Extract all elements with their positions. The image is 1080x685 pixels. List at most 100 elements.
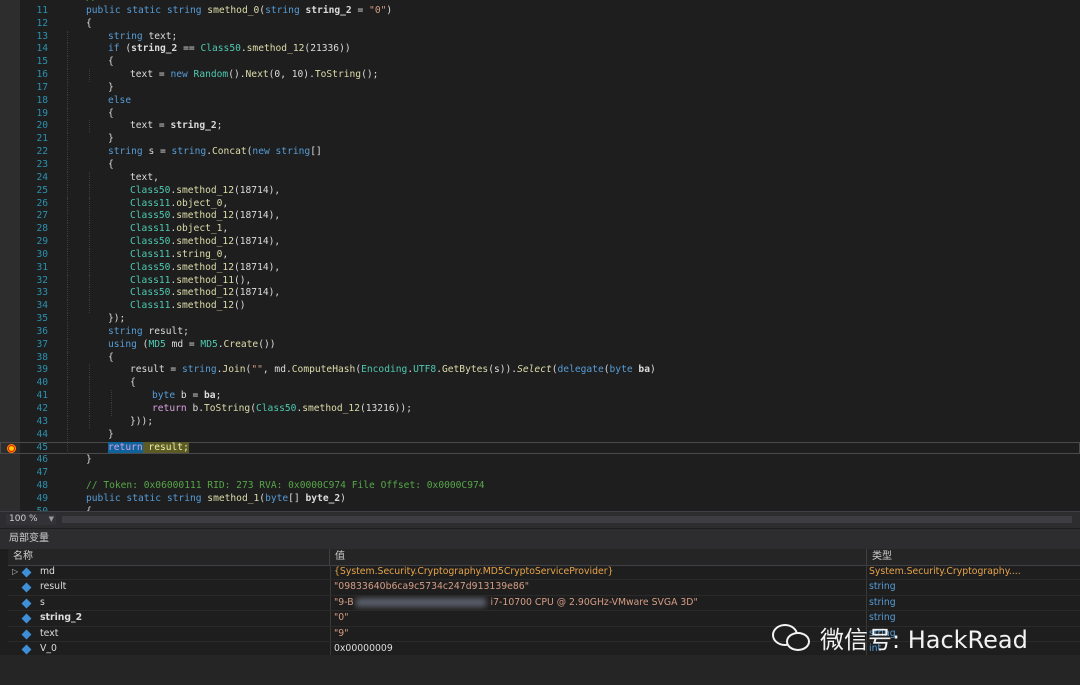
code-line[interactable]: 49 public static string smethod_1(byte[] … <box>0 493 1080 506</box>
code-token: })); <box>130 415 154 427</box>
variable-value-cell[interactable]: "9-B i7-10700 CPU @ 2.90GHz-VMware SVGA … <box>330 595 867 611</box>
code-line[interactable]: 40 { <box>0 377 1080 391</box>
code-line[interactable]: 20 text = string_2; <box>0 120 1080 134</box>
line-number: 27 <box>36 210 48 222</box>
code-line[interactable]: 25 Class50.smethod_12(18714), <box>0 184 1080 198</box>
code-token: result = <box>130 364 182 376</box>
breakpoint-current-icon[interactable] <box>7 443 16 453</box>
variable-name: s <box>40 596 45 608</box>
local-variable-icon <box>21 644 32 655</box>
code-token: { <box>108 56 114 68</box>
code-line[interactable]: 22 string s = string.Concat(new string[] <box>0 146 1080 159</box>
column-header-name[interactable]: 名称 <box>8 549 330 565</box>
code-line[interactable]: 31 Class50.smethod_12(18714), <box>0 261 1080 275</box>
indent-guide <box>67 313 68 326</box>
variable-name: text <box>40 627 59 639</box>
code-line[interactable]: 39 result = string.Join("", md.ComputeHas… <box>0 364 1080 378</box>
line-number: 23 <box>36 158 48 170</box>
indent-guide <box>89 248 90 262</box>
locals-row[interactable]: s "9-B i7-10700 CPU @ 2.90GHz-VMware SVGA… <box>8 595 1080 612</box>
line-number: 30 <box>36 248 48 260</box>
code-line[interactable]: 34 Class11.smethod_12() <box>0 300 1080 314</box>
horizontal-scrollbar[interactable] <box>62 516 1072 523</box>
code-line[interactable]: 33 Class50.smethod_12(18714), <box>0 287 1080 301</box>
code-line[interactable]: 43})); <box>0 415 1080 429</box>
code-line[interactable]: 13 string text; <box>0 30 1080 44</box>
code-line[interactable]: 28 Class11.object_1, <box>0 223 1080 237</box>
code-line[interactable]: 38 { <box>0 351 1080 365</box>
code-text: } <box>86 454 92 467</box>
code-line[interactable]: 30 Class11.string_0, <box>0 248 1080 262</box>
code-line[interactable]: 18 else <box>0 94 1080 108</box>
variable-value: "09833640b6ca9c5734c247d913139e86" <box>334 581 529 593</box>
code-line[interactable]: 45 return result; <box>0 441 1080 455</box>
variable-value-cell[interactable]: "09833640b6ca9c5734c247d913139e86" <box>330 580 867 595</box>
indent-guide <box>89 274 90 288</box>
code-token: Next <box>245 69 269 81</box>
code-line[interactable]: 36 string result; <box>0 325 1080 339</box>
code-token: Select <box>517 364 552 376</box>
code-token: public static string <box>86 492 208 504</box>
code-line[interactable]: 35}); <box>0 313 1080 326</box>
code-line[interactable]: 42 return b.ToString(Class50.smethod_12(1… <box>0 403 1080 416</box>
code-line[interactable]: 19 { <box>0 107 1080 121</box>
code-editor[interactable]: 10// Token: 0x06000110 RID: 272 RVA: 0x0… <box>0 0 1080 511</box>
code-token: { <box>86 17 92 29</box>
code-line[interactable]: 15 { <box>0 56 1080 70</box>
line-number: 41 <box>36 390 48 402</box>
indent-guide <box>89 415 90 429</box>
code-line[interactable]: 37 using (MD5 md = MD5.Create()) <box>0 338 1080 352</box>
code-token: [] <box>310 146 322 158</box>
code-text: { <box>108 352 114 365</box>
code-token: smethod_12 <box>246 43 305 55</box>
locals-row[interactable]: result "09833640b6ca9c5734c247d913139e86"… <box>8 580 1080 596</box>
line-number: 34 <box>36 300 48 312</box>
indent-guide <box>67 300 68 314</box>
code-token: byte_2 <box>305 492 341 504</box>
code-line[interactable]: 29 Class50.smethod_12(18714), <box>0 236 1080 249</box>
code-line[interactable]: 23 { <box>0 158 1080 172</box>
code-token: Class50 <box>130 261 171 273</box>
code-line[interactable]: 11 public static string smethod_0(string … <box>0 5 1080 18</box>
code-line[interactable]: 47 <box>0 467 1080 480</box>
code-line[interactable]: 32 Class11.smethod_11(), <box>0 274 1080 288</box>
code-text: return result; <box>108 441 189 455</box>
code-line[interactable]: 48 // Token: 0x06000111 RID: 273 RVA: 0x0… <box>0 480 1080 493</box>
line-number: 33 <box>36 287 48 299</box>
code-token: smethod_0 <box>207 4 260 16</box>
line-number: 18 <box>36 94 48 106</box>
column-header-value[interactable]: 值 <box>330 549 867 565</box>
code-line[interactable]: 14 if (string_2 == Class50.smethod_12(213… <box>0 43 1080 57</box>
code-line[interactable]: 21} <box>0 133 1080 147</box>
code-text: using (MD5 md = MD5.Create()) <box>108 339 276 352</box>
code-line[interactable]: 26 Class11.object_0, <box>0 197 1080 211</box>
line-number: 36 <box>36 325 48 337</box>
code-token: }); <box>108 313 126 325</box>
code-line[interactable]: 12 { <box>0 18 1080 31</box>
line-number: 20 <box>36 120 48 132</box>
column-header-type[interactable]: 类型 <box>867 549 1080 565</box>
local-variable-icon <box>21 582 32 593</box>
code-line[interactable]: 17} <box>0 81 1080 95</box>
indent-guide <box>67 56 68 70</box>
code-token: result; <box>148 325 189 337</box>
code-token: string <box>108 30 149 42</box>
code-token: "" <box>251 364 263 376</box>
code-token: Class50 <box>130 236 171 248</box>
code-token: byte <box>152 390 181 402</box>
code-line[interactable]: 41 byte b = ba; <box>0 390 1080 403</box>
expand-arrow-icon[interactable]: ▷ <box>12 565 18 579</box>
code-line[interactable]: 24 text, <box>0 171 1080 185</box>
code-line[interactable]: 16 text = new Random().Next(0, 10).ToStri… <box>0 69 1080 82</box>
indent-guide <box>89 403 90 416</box>
code-token: "0" <box>369 4 387 16</box>
code-line[interactable]: 46} <box>0 454 1080 467</box>
variable-value-cell[interactable]: {System.Security.Cryptography.MD5CryptoS… <box>330 565 867 580</box>
locals-row[interactable]: ▷ md {System.Security.Cryptography.MD5Cryp… <box>8 565 1080 581</box>
code-token: (), <box>233 274 252 286</box>
zoom-dropdown[interactable]: 100 % ▼ <box>6 514 56 525</box>
indent-guide <box>89 236 90 249</box>
code-line[interactable]: 44} <box>0 428 1080 442</box>
code-line[interactable]: 27 Class50.smethod_12(18714), <box>0 210 1080 224</box>
indent-guide <box>89 364 90 378</box>
